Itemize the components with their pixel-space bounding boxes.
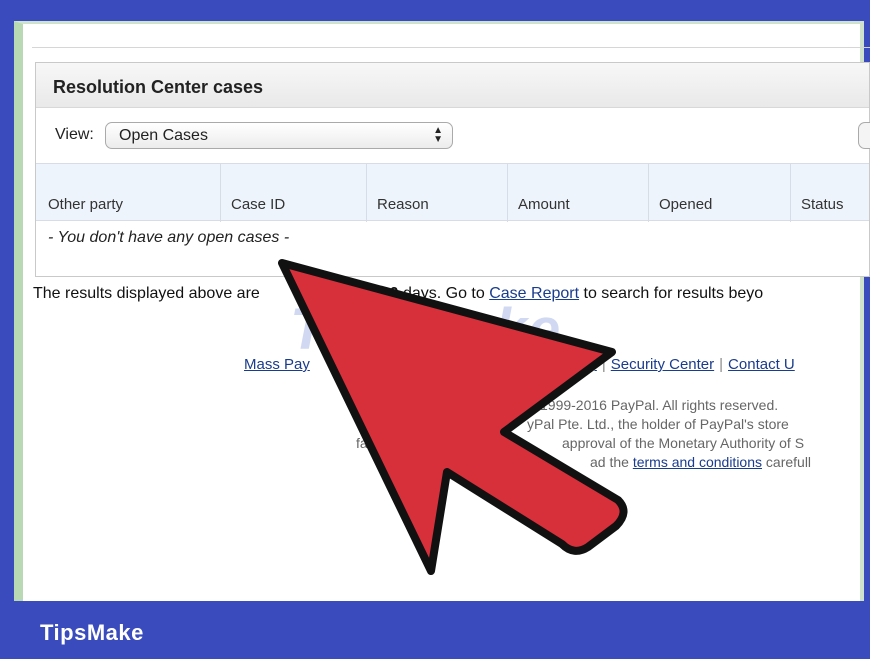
top-divider [32, 47, 870, 48]
notice-suffix: to search for results beyo [579, 285, 764, 302]
column-status[interactable]: Status [790, 164, 870, 222]
view-select[interactable]: Open Cases ▲ ▼ [105, 122, 453, 149]
watermark-domain: .com [552, 343, 579, 357]
copyright-line-4: ad the [590, 454, 629, 470]
column-other-party[interactable]: Other party [36, 164, 220, 222]
column-case-id[interactable]: Case ID [220, 164, 366, 222]
copyright-fac: fac [356, 435, 375, 451]
terms-link[interactable]: terms and conditions [633, 454, 762, 470]
empty-cases-message: - You don't have any open cases - [48, 229, 290, 246]
panel-title: Resolution Center cases [53, 77, 264, 97]
view-select-value: Open Cases [119, 127, 208, 144]
contact-link[interactable]: Contact U [728, 356, 795, 373]
cases-table-header: Other party Case ID Reason Amount Opened… [36, 163, 870, 222]
notice-prefix: The results displayed above are [33, 285, 260, 302]
select-arrows-icon: ▲ ▼ [433, 125, 443, 145]
terms-suffix: carefull [762, 454, 812, 470]
security-center-link[interactable]: Security Center [611, 356, 714, 373]
copyright-line-2: yPal Pte. Ltd., the holder of PayPal's s… [527, 416, 789, 432]
column-amount[interactable]: Amount [507, 164, 648, 222]
watermark: TipsMake [290, 297, 562, 362]
panel-header: Resolution Center cases [36, 63, 869, 108]
brand-name: TipsMake [40, 620, 144, 645]
copyright-line-3: approval of the Monetary Authority of S [562, 435, 805, 451]
mass-pay-link[interactable]: Mass Pay [244, 356, 310, 373]
copyright-line-1: 1999-2016 PayPal. All rights reserved. [540, 397, 779, 413]
frame-left-border [0, 0, 14, 659]
right-control[interactable] [858, 122, 870, 149]
footer-links: Mass Pay cy | Security Center | Contact U [244, 356, 795, 373]
privacy-link[interactable]: cy [582, 356, 597, 373]
frame-top-border [0, 0, 870, 21]
view-label: View: [55, 126, 94, 143]
link-separator: | [719, 356, 724, 373]
column-opened[interactable]: Opened [648, 164, 790, 222]
link-separator: | [601, 356, 606, 373]
resolution-center-panel: Resolution Center cases View: Open Cases… [35, 62, 870, 277]
column-reason[interactable]: Reason [366, 164, 507, 222]
